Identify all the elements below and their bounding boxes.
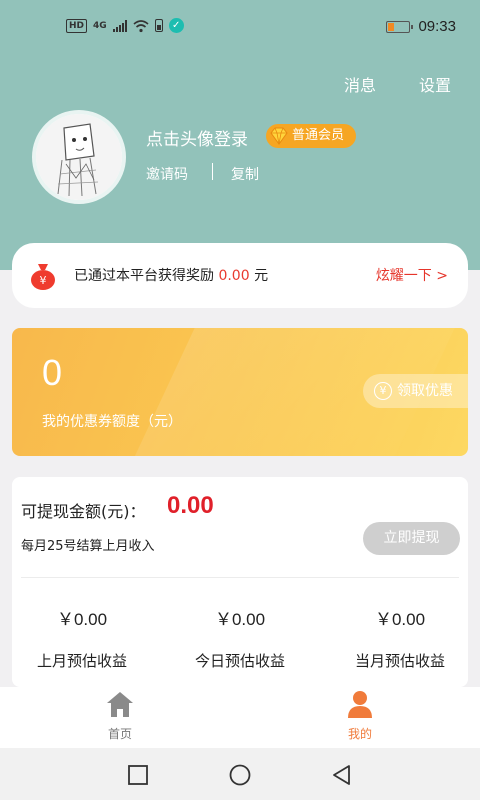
settlement-note: 每月25号结算上月收入	[21, 539, 155, 554]
invite-divider	[212, 163, 213, 180]
battery-small-icon	[154, 19, 163, 32]
status-time: 09:33	[418, 18, 456, 35]
recent-apps-icon[interactable]	[127, 764, 149, 786]
withdrawable-amount: 0.00	[167, 492, 214, 519]
yen-coin-icon: ¥	[374, 382, 392, 400]
withdrawable-label: 可提现金额(元)：	[21, 502, 146, 521]
stat-label: 上月预估收益	[36, 652, 127, 670]
stat-label: 今日预估收益	[194, 652, 285, 670]
messages-link[interactable]: 消息	[344, 72, 376, 96]
tab-mine[interactable]: 我的	[330, 689, 390, 744]
home-icon	[107, 692, 133, 717]
status-bar: HD 4G ✓ 09:33	[0, 0, 480, 56]
stat-label: 当月预估收益	[354, 652, 445, 670]
claim-coupon-button[interactable]: ¥ 领取优惠	[363, 374, 468, 408]
copy-button[interactable]: 复制	[231, 164, 259, 184]
tab-home[interactable]: 首页	[90, 689, 150, 744]
avatar[interactable]	[32, 110, 126, 204]
login-prompt[interactable]: 点击头像登录	[146, 125, 248, 150]
coupon-card: 0 我的优惠券额度（元） ¥ 领取优惠	[12, 328, 468, 456]
divider	[21, 577, 459, 578]
reward-amount: 0.00	[218, 268, 250, 284]
reward-card: ¥ 已通过本平台获得奖励 0.00 元 炫耀一下 >	[12, 243, 468, 308]
home-circle-icon[interactable]	[229, 764, 251, 786]
stat-value: ￥0.00	[214, 610, 266, 629]
signal-icon	[112, 19, 127, 32]
stat-today: ￥0.00 今日预估收益	[170, 605, 310, 671]
claim-coupon-label: 领取优惠	[397, 383, 453, 399]
reward-unit: 元	[254, 268, 269, 284]
diamond-icon	[270, 127, 288, 145]
hd-badge: HD	[66, 18, 88, 33]
svg-text:¥: ¥	[40, 274, 47, 287]
stat-last-month: ￥0.00 上月预估收益	[12, 605, 152, 671]
profile-header: HD 4G ✓ 09:33 消息 设置 点击头像登录 普通会员 邀请码 复制	[0, 0, 480, 270]
tab-bar: 首页 我的	[0, 687, 480, 748]
coupon-label: 我的优惠券额度（元）	[42, 414, 182, 430]
withdraw-button[interactable]: 立即提现	[363, 522, 460, 555]
stat-value: ￥0.00	[374, 610, 426, 629]
status-right: 09:33	[386, 18, 456, 35]
show-off-link[interactable]: 炫耀一下 >	[376, 265, 448, 285]
wifi-icon	[133, 19, 149, 32]
stat-value: ￥0.00	[56, 610, 108, 629]
settings-link[interactable]: 设置	[419, 72, 451, 96]
user-icon	[348, 691, 372, 718]
avatar-sketch-icon	[36, 114, 122, 200]
status-left: HD 4G ✓	[66, 18, 184, 33]
money-bag-icon: ¥	[31, 264, 55, 290]
member-level-badge: 普通会员	[266, 124, 357, 148]
back-icon[interactable]	[331, 764, 353, 786]
network-type-badge: 4G	[93, 20, 107, 31]
system-nav-bar	[0, 748, 480, 800]
stat-this-month: ￥0.00 当月预估收益	[330, 605, 470, 671]
tab-mine-label: 我的	[347, 727, 372, 741]
battery-icon	[386, 20, 414, 33]
reward-text: 已通过本平台获得奖励 0.00 元	[74, 265, 268, 285]
tab-home-label: 首页	[107, 727, 132, 741]
invite-code-label: 邀请码	[146, 167, 188, 183]
member-level-label: 普通会员	[292, 128, 345, 143]
verified-icon: ✓	[168, 18, 184, 33]
earnings-card: 可提现金额(元)： 0.00 每月25号结算上月收入 立即提现 ￥0.00 上月…	[12, 477, 468, 687]
coupon-amount: 0	[42, 352, 63, 393]
reward-prefix: 已通过本平台获得奖励	[74, 268, 214, 284]
